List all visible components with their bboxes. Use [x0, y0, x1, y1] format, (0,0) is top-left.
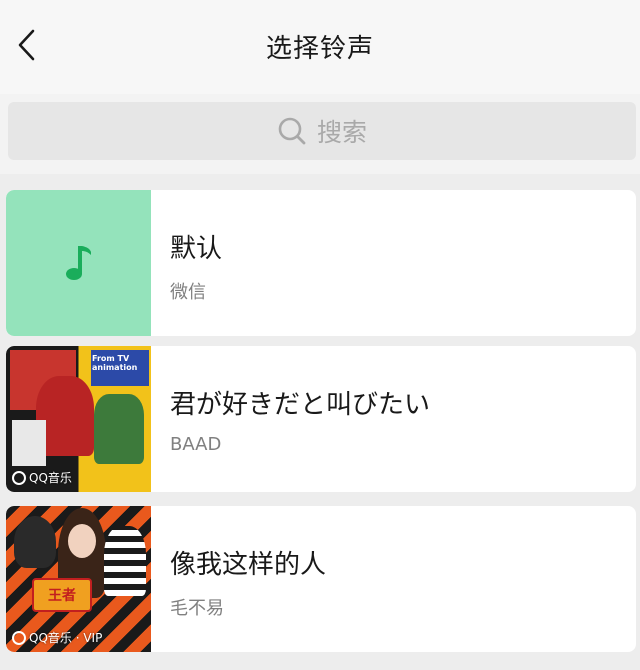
qq-music-badge-label: QQ音乐	[29, 471, 72, 485]
qq-music-icon	[12, 630, 26, 645]
qq-music-badge-label: QQ音乐 · VIP	[29, 631, 103, 645]
ringtone-item-default[interactable]: 默认 微信	[6, 190, 636, 336]
ringtone-item-kimi-ga-suki[interactable]: From TV animation QQ音乐 君が好きだと叫びたい BAAD	[6, 346, 636, 492]
search-placeholder: 搜索	[316, 118, 367, 147]
page-title: 选择铃声	[265, 34, 374, 64]
show-logo: 王者	[32, 578, 92, 612]
cover-art-figure	[94, 394, 144, 464]
ringtone-title: 君が好きだと叫びたい	[170, 390, 431, 420]
ringtone-artist: 毛不易	[170, 598, 224, 619]
ringtone-artist: BAAD	[170, 434, 222, 455]
cover-art-panel	[12, 420, 46, 466]
ringtone-title: 像我这样的人	[170, 550, 327, 580]
qq-music-badge: QQ音乐	[12, 469, 72, 486]
cover-art-face	[68, 524, 96, 558]
qq-music-badge: QQ音乐 · VIP	[12, 629, 102, 646]
album-cover-image: From TV animation QQ音乐	[6, 346, 151, 492]
ringtone-item-xiang-wo-zhe-yang-de-ren[interactable]: 王者 QQ音乐 · VIP 像我这样的人 毛不易	[6, 506, 636, 652]
qq-music-icon	[12, 470, 26, 485]
cover-art-figure	[14, 516, 56, 568]
music-note-icon	[65, 246, 91, 280]
search-input[interactable]: 搜索	[8, 102, 636, 160]
search-icon	[278, 117, 306, 145]
search-section: 搜索	[0, 94, 640, 174]
nav-bar: 选择铃声	[0, 0, 640, 94]
ringtone-artist: 微信	[170, 282, 206, 303]
ringtone-cover	[6, 190, 151, 336]
ringtone-title: 默认	[170, 234, 223, 264]
cover-art-figure	[104, 526, 146, 596]
cover-art-text: From TV animation	[92, 354, 138, 372]
album-cover-image: 王者 QQ音乐 · VIP	[6, 506, 151, 652]
